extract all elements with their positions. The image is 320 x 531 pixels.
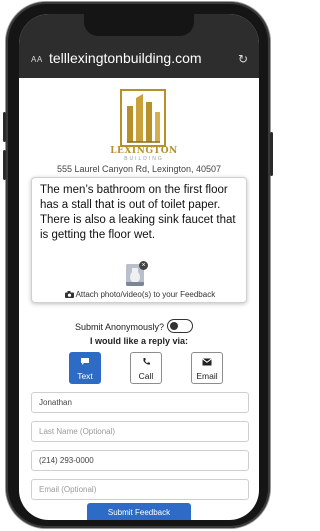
feedback-message[interactable]: The men’s bathroom on the first floor ha… [40, 183, 244, 243]
phone-icon [131, 357, 161, 371]
phone-notch [84, 14, 194, 36]
power-button [270, 132, 273, 176]
attach-media-button[interactable]: Attach photo/video(s) to your Feedback [32, 290, 248, 299]
anonymous-toggle[interactable] [167, 319, 193, 333]
first-name-field[interactable] [31, 392, 249, 413]
page-content: LEXINGTON BUILDING 555 Laurel Canyon Rd,… [19, 78, 259, 520]
volume-up-button [3, 112, 6, 142]
reply-email-button[interactable]: Email [191, 352, 223, 384]
toggle-knob [170, 322, 178, 330]
attach-label: Attach photo/video(s) to your Feedback [75, 290, 216, 299]
reply-email-label: Email [196, 371, 218, 381]
envelope-icon [192, 357, 222, 371]
last-name-field[interactable] [31, 421, 249, 442]
reply-text-label: Text [77, 371, 93, 381]
brand-name: LEXINGTON [110, 146, 178, 156]
reply-text-button[interactable]: Text [69, 352, 101, 384]
volume-down-button [3, 150, 6, 180]
building-address: 555 Laurel Canyon Rd, Lexington, 40507 [56, 164, 222, 174]
phone-screen: AA telllexingtonbuilding.com ↻ LEXINGTON… [19, 14, 259, 520]
camera-icon [64, 291, 74, 298]
text-size-button[interactable]: AA [31, 55, 43, 64]
brand-subtitle: BUILDING [124, 156, 164, 162]
submit-feedback-button[interactable]: Submit Feedback [87, 503, 191, 520]
remove-photo-icon[interactable]: × [139, 261, 148, 270]
reply-call-button[interactable]: Call [130, 352, 162, 384]
chat-icon [70, 357, 100, 371]
reload-icon[interactable]: ↻ [238, 52, 248, 66]
reply-call-label: Call [138, 371, 154, 381]
anonymous-label: Submit Anonymously? [75, 322, 165, 332]
reply-via-label: I would like a reply via: [89, 336, 189, 346]
lexington-logo [120, 89, 166, 147]
phone-field[interactable] [31, 450, 249, 471]
url-text[interactable]: telllexingtonbuilding.com [49, 50, 202, 66]
feedback-textarea[interactable]: The men’s bathroom on the first floor ha… [31, 177, 247, 303]
email-field[interactable] [31, 479, 249, 500]
